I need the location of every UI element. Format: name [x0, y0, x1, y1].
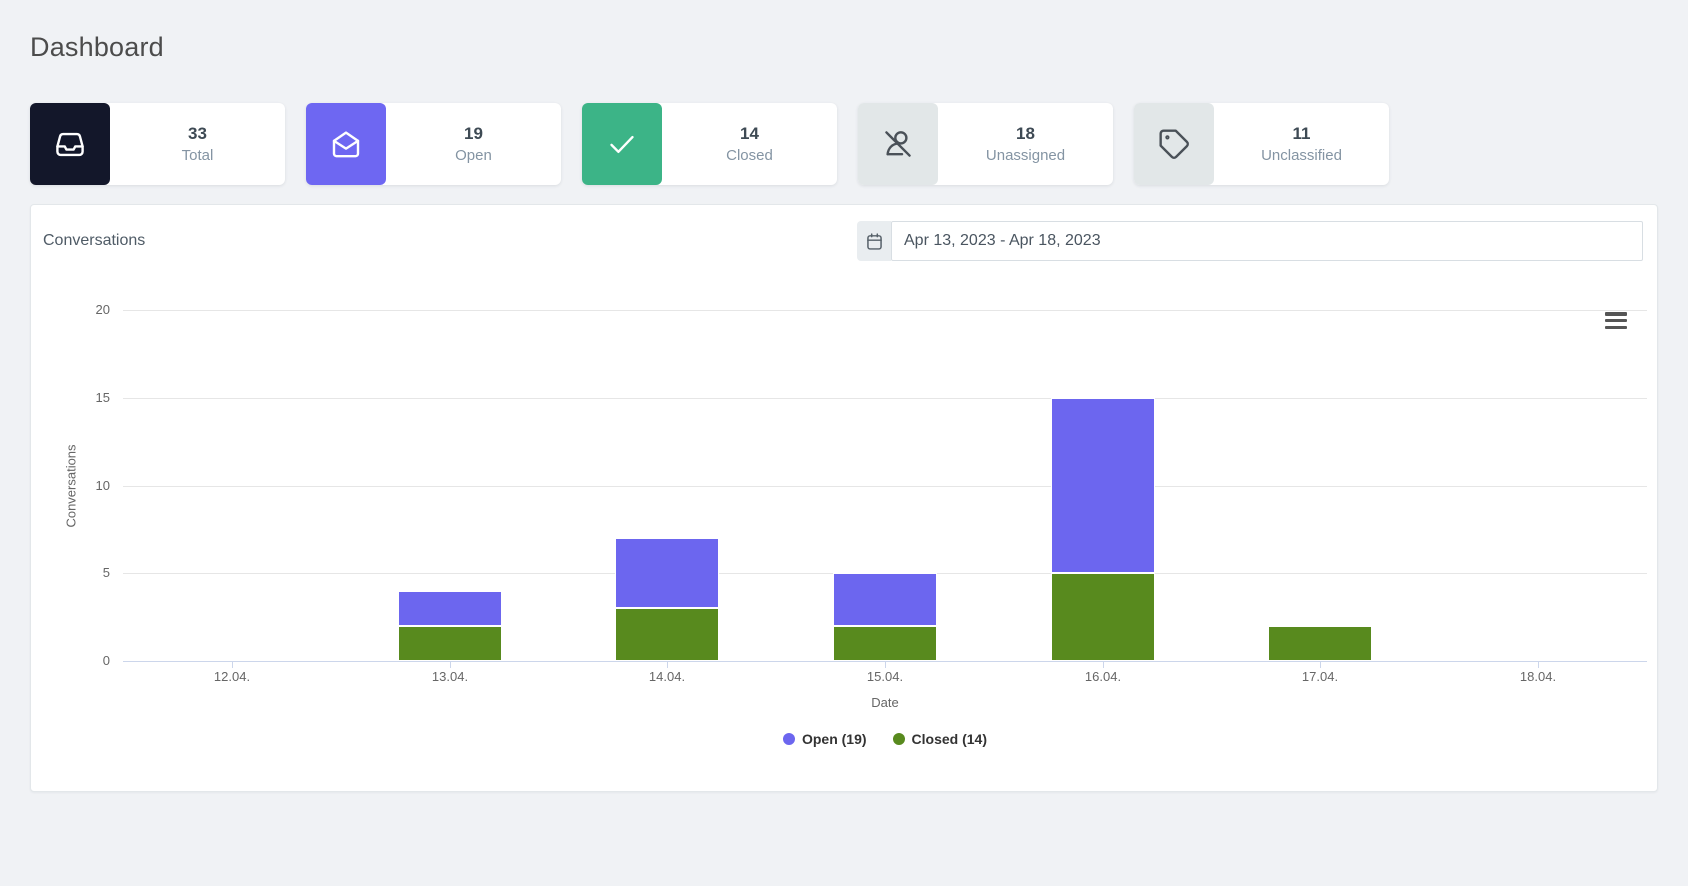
panel-title: Conversations — [43, 232, 145, 250]
bar-segment-closed-15.04.[interactable] — [833, 626, 937, 661]
bar-segment-open-14.04.[interactable] — [615, 538, 719, 608]
stat-card-unclassified[interactable]: 11 Unclassified — [1134, 103, 1389, 185]
hamburger-menu-icon[interactable] — [1605, 312, 1627, 329]
x-axis-tick — [450, 662, 451, 668]
stat-label: Total — [182, 147, 214, 164]
y-tick-label: 15 — [50, 390, 110, 406]
stat-card-total[interactable]: 33 Total — [30, 103, 285, 185]
x-axis-tick — [1538, 662, 1539, 668]
bar-segment-open-16.04.[interactable] — [1051, 398, 1155, 574]
x-axis-tick — [1103, 662, 1104, 668]
stat-value: 18 — [1016, 124, 1035, 144]
legend-label: Open (19) — [802, 731, 867, 747]
bar-segment-open-13.04.[interactable] — [398, 591, 502, 626]
calendar-icon — [857, 221, 891, 261]
legend-item-closed[interactable]: Closed (14) — [893, 731, 987, 747]
legend-item-open[interactable]: Open (19) — [783, 731, 867, 747]
x-axis-title: Date — [871, 695, 898, 710]
panel-header: Conversations Apr 13, 2023 - Apr 18, 202… — [31, 205, 1657, 271]
x-tick-label: 18.04. — [1490, 669, 1586, 684]
stat-card-closed[interactable]: 14 Closed — [582, 103, 837, 185]
stat-card-unassigned[interactable]: 18 Unassigned — [858, 103, 1113, 185]
gridline — [123, 310, 1647, 311]
x-axis-tick — [667, 662, 668, 668]
stat-value: 19 — [464, 124, 483, 144]
bar-segment-open-15.04.[interactable] — [833, 573, 937, 626]
inbox-icon — [30, 103, 110, 185]
x-tick-label: 17.04. — [1272, 669, 1368, 684]
bar-segment-closed-14.04.[interactable] — [615, 608, 719, 661]
bar-segment-closed-16.04.[interactable] — [1051, 573, 1155, 661]
x-tick-label: 14.04. — [619, 669, 715, 684]
date-range-value: Apr 13, 2023 - Apr 18, 2023 — [904, 232, 1101, 250]
x-axis-tick — [1320, 662, 1321, 668]
user-slash-icon — [858, 103, 938, 185]
conversations-chart: 0 5 10 15 20 12.04. 13.04. 14.04. 15.04. 16.04. 17… — [31, 271, 1657, 791]
conversations-panel: Conversations Apr 13, 2023 - Apr 18, 202… — [30, 204, 1658, 792]
stat-label: Open — [455, 147, 492, 164]
chart-legend: Open (19) Closed (14) — [123, 731, 1647, 747]
x-tick-label: 13.04. — [402, 669, 498, 684]
x-axis-tick — [885, 662, 886, 668]
date-range-picker: Apr 13, 2023 - Apr 18, 2023 — [857, 221, 1643, 261]
x-axis-tick — [232, 662, 233, 668]
stat-card-open[interactable]: 19 Open — [306, 103, 561, 185]
y-tick-label: 20 — [50, 302, 110, 318]
stat-label: Unclassified — [1261, 147, 1342, 164]
x-tick-label: 15.04. — [837, 669, 933, 684]
gridline — [123, 398, 1647, 399]
page-content: Dashboard 33 Total 19 Open 14 Closed — [0, 30, 1688, 792]
page-title: Dashboard — [30, 30, 1658, 64]
legend-label: Closed (14) — [912, 731, 987, 747]
check-icon — [582, 103, 662, 185]
stat-value: 14 — [740, 124, 759, 144]
legend-dot-icon — [893, 733, 905, 745]
stat-label: Unassigned — [986, 147, 1065, 164]
date-range-input[interactable]: Apr 13, 2023 - Apr 18, 2023 — [891, 221, 1643, 261]
y-tick-label: 0 — [50, 653, 110, 669]
y-tick-label: 10 — [50, 478, 110, 494]
stat-label: Closed — [726, 147, 773, 164]
y-axis-title: Conversations — [64, 444, 79, 527]
legend-dot-icon — [783, 733, 795, 745]
x-tick-label: 12.04. — [184, 669, 280, 684]
gridline — [123, 486, 1647, 487]
stats-row: 33 Total 19 Open 14 Closed 18 Unassigned — [30, 103, 1658, 185]
bar-segment-closed-17.04.[interactable] — [1268, 626, 1372, 661]
envelope-open-icon — [306, 103, 386, 185]
tag-icon — [1134, 103, 1214, 185]
stat-value: 11 — [1293, 124, 1311, 144]
x-tick-label: 16.04. — [1055, 669, 1151, 684]
bar-segment-closed-13.04.[interactable] — [398, 626, 502, 661]
y-tick-label: 5 — [50, 565, 110, 581]
stat-value: 33 — [188, 124, 207, 144]
